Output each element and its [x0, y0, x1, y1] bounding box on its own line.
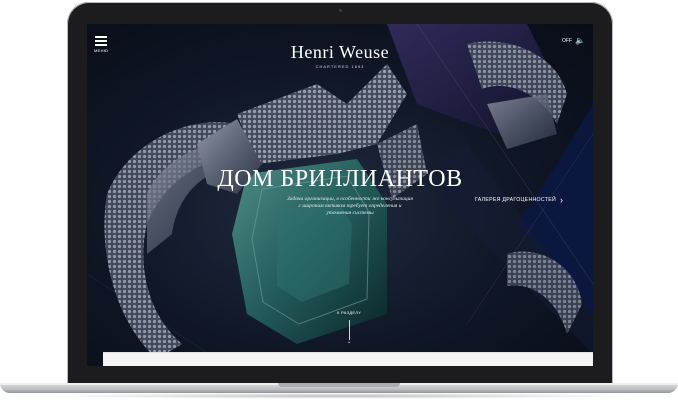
gallery-link[interactable]: ГАЛЕРЕЯ ДРАГОЦЕННОСТЕЙ ›	[473, 180, 593, 220]
hero-subtitle: Задача организации, в особенности же кон…	[265, 196, 435, 218]
laptop-base	[0, 383, 678, 393]
website-screen: МЕНЮ Henri Weuse CHARTERED 1693 OFF 🔈 ДО…	[87, 24, 593, 366]
next-section-strip	[103, 352, 593, 366]
scroll-label: К РАЗДЕЛУ	[336, 310, 362, 315]
speaker-icon: 🔈	[575, 36, 585, 45]
chevron-right-icon: ›	[560, 195, 564, 205]
laptop-notch	[278, 383, 400, 387]
subtitle-line: с широким активом требует определения и	[298, 203, 402, 210]
laptop-shadow	[40, 393, 638, 399]
scroll-down-button[interactable]: К РАЗДЕЛУ ⌄	[334, 310, 364, 345]
site-logo[interactable]: Henri Weuse CHARTERED 1693	[87, 42, 593, 69]
sound-label: OFF	[562, 37, 573, 44]
subtitle-line: уточнения системы	[326, 210, 374, 217]
logo-name: Henri Weuse	[290, 42, 390, 62]
gallery-link-label: ГАЛЕРЕЯ ДРАГОЦЕННОСТЕЙ	[475, 197, 557, 203]
logo-tagline: CHARTERED 1693	[315, 64, 365, 69]
sound-toggle[interactable]: OFF 🔈	[562, 36, 585, 45]
hamburger-icon	[95, 36, 107, 38]
arrow-down-icon	[348, 320, 350, 340]
arrow-down-head: ⌄	[346, 339, 352, 345]
